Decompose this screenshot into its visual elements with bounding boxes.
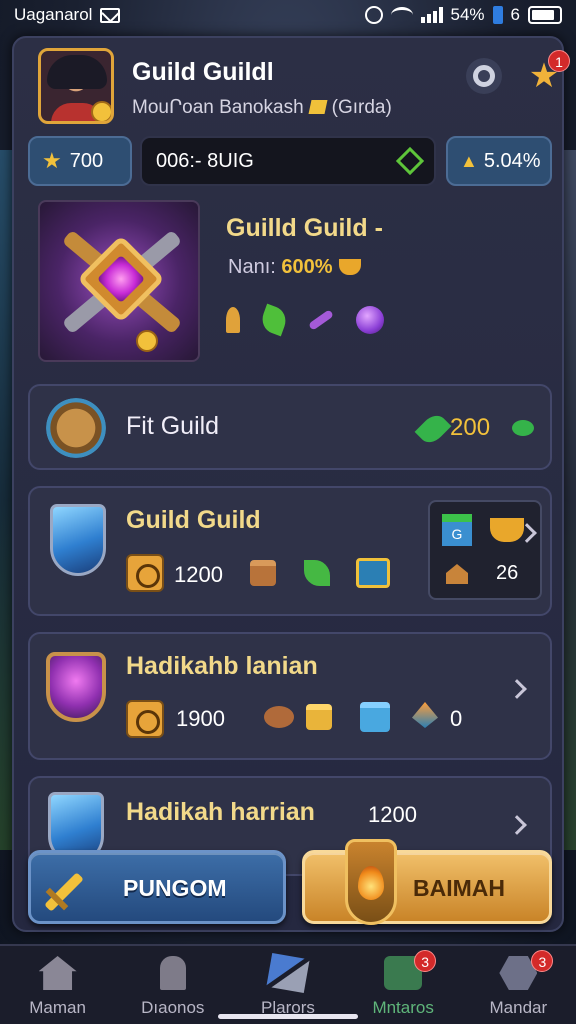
nav-item-plarors[interactable]: Plarors <box>233 946 343 1024</box>
bonus-rate-value: 5.04% <box>483 149 541 172</box>
wand-icon <box>308 309 334 331</box>
star-currency-value: 700 <box>69 149 104 172</box>
guild-subtitle-tag: (Gırda) <box>331 97 392 118</box>
row-count: 1200 <box>368 802 417 827</box>
key-icon <box>226 307 240 333</box>
guild-title: Guild Guildl <box>132 58 274 86</box>
player-avatar[interactable] <box>38 48 114 124</box>
nav-label: Dıaonos <box>141 998 205 1017</box>
primary-action-button[interactable]: PUNGOM <box>28 850 286 924</box>
tower-icon <box>159 956 186 990</box>
battery-saver-icon <box>492 6 503 24</box>
bread-icon <box>264 706 294 728</box>
notification-badge: 3 <box>414 950 437 972</box>
nav-label: Mandar <box>489 998 548 1017</box>
gold-cube-icon <box>306 704 332 730</box>
bonus-rate[interactable]: ▲ 5.04% <box>446 136 552 186</box>
battery-percent: 54% <box>450 5 485 24</box>
row-label: Hadikahb lanian <box>126 652 318 680</box>
row-label: Hadikah harrian <box>126 798 315 826</box>
featured-rate-label: Nanı: <box>228 256 276 278</box>
bottom-nav: Maman Dıaonos Plarors 3 Mntaros 3 Mandar <box>0 944 576 1024</box>
nav-item-mandar[interactable]: 3 Mandar <box>463 946 573 1024</box>
row-label: Guild Guild <box>126 506 261 534</box>
gift-icon: G <box>442 514 472 546</box>
featured-rate-value: 600% <box>281 256 333 278</box>
home-indicator[interactable] <box>218 1014 358 1019</box>
side-count: 26 <box>496 562 519 584</box>
signal-icon <box>420 7 443 23</box>
row-label: Fit Guild <box>126 412 220 440</box>
leaf-icon <box>414 410 452 448</box>
nav-item-maman[interactable]: Maman <box>3 946 113 1024</box>
notification-badge: 3 <box>531 950 554 972</box>
chest-icon <box>356 558 390 588</box>
nav-label: Mntaros <box>372 998 434 1017</box>
guild-row-guild[interactable]: Guild Guild 1200 G 26 <box>28 486 552 616</box>
rank-up-icon: ▲ <box>460 150 478 171</box>
secondary-action-label: BAIMAH <box>413 875 505 901</box>
guild-header: Guild Guildl MouՐoan Banokash (Gırda) ★ 1 <box>26 44 570 130</box>
reward-slot-icon <box>126 554 164 592</box>
nav-label: Maman <box>29 998 86 1017</box>
crown-icon <box>338 259 361 275</box>
row-count: 1200 <box>174 562 223 587</box>
gear-icon <box>473 65 495 87</box>
flame-emblem-icon <box>345 839 397 925</box>
guild-row-fit[interactable]: Fit Guild 200 <box>28 384 552 470</box>
coin-icon <box>136 330 158 352</box>
house-icon <box>446 564 468 584</box>
guild-panel: Guild Guildl MouՐoan Banokash (Gırda) ★ 1… <box>12 36 570 932</box>
row-value: 200 <box>450 414 491 441</box>
status-bar: Uaganarol 54% 6 <box>0 0 576 30</box>
settings-button[interactable] <box>466 58 502 94</box>
row-count: 1900 <box>176 706 225 731</box>
guild-row-daily[interactable]: Hadikahb lanian 1900 0 <box>28 632 552 760</box>
star-icon: ★ <box>42 148 62 173</box>
mail-icon <box>100 7 121 23</box>
leaf-icon <box>304 560 330 586</box>
battery-icon <box>528 6 562 24</box>
favorites-button[interactable]: ★ 1 <box>526 50 570 94</box>
tools-icon <box>266 952 310 994</box>
emerald-icon <box>512 420 534 436</box>
guild-subtitle: MouՐoan Banokash (Gırda) <box>132 96 392 119</box>
guild-emblem-art[interactable] <box>38 200 200 362</box>
featured-rewards <box>226 303 384 337</box>
ice-cube-icon <box>360 702 390 732</box>
featured-title: Guilld Guild - <box>226 214 383 242</box>
primary-action-label: PUNGOM <box>123 875 227 901</box>
reward-slot-icon <box>126 700 164 738</box>
crystal-icon <box>412 702 438 728</box>
bronze-shield-icon <box>46 398 106 458</box>
orb-icon <box>356 306 384 334</box>
blue-shield-icon <box>50 504 106 576</box>
purple-shield-icon <box>46 652 106 722</box>
chevron-right-icon[interactable] <box>507 679 527 699</box>
carrier-label: Uaganarol <box>14 5 93 24</box>
nav-item-diaonos[interactable]: Dıaonos <box>118 946 228 1024</box>
star-currency[interactable]: ★ 700 <box>28 136 132 186</box>
featured-rate: Nanı: 600% <box>228 256 361 279</box>
chevron-right-icon[interactable] <box>507 815 527 835</box>
gem-icon <box>308 100 328 114</box>
nav-item-mntaros[interactable]: 3 Mntaros <box>348 946 458 1024</box>
coin-icon <box>91 101 111 121</box>
leaf-icon <box>258 303 290 337</box>
secondary-action-button[interactable]: BAIMAH <box>302 839 552 925</box>
status-extra: 6 <box>510 5 520 24</box>
alarm-icon <box>364 6 383 24</box>
sword-icon <box>44 872 84 912</box>
reward-side-box[interactable]: G 26 <box>428 500 542 600</box>
row-extra: 0 <box>450 706 463 731</box>
diamond-icon <box>395 146 425 176</box>
guild-subtitle-name: MouՐoan Banokash <box>132 97 304 118</box>
guild-code: 006:- 8UIG <box>156 149 254 172</box>
home-icon <box>38 956 77 990</box>
wifi-icon <box>390 7 413 23</box>
notification-badge: 1 <box>548 50 570 72</box>
guild-code-field[interactable]: 006:- 8UIG <box>140 136 436 186</box>
cube-icon <box>250 560 276 586</box>
